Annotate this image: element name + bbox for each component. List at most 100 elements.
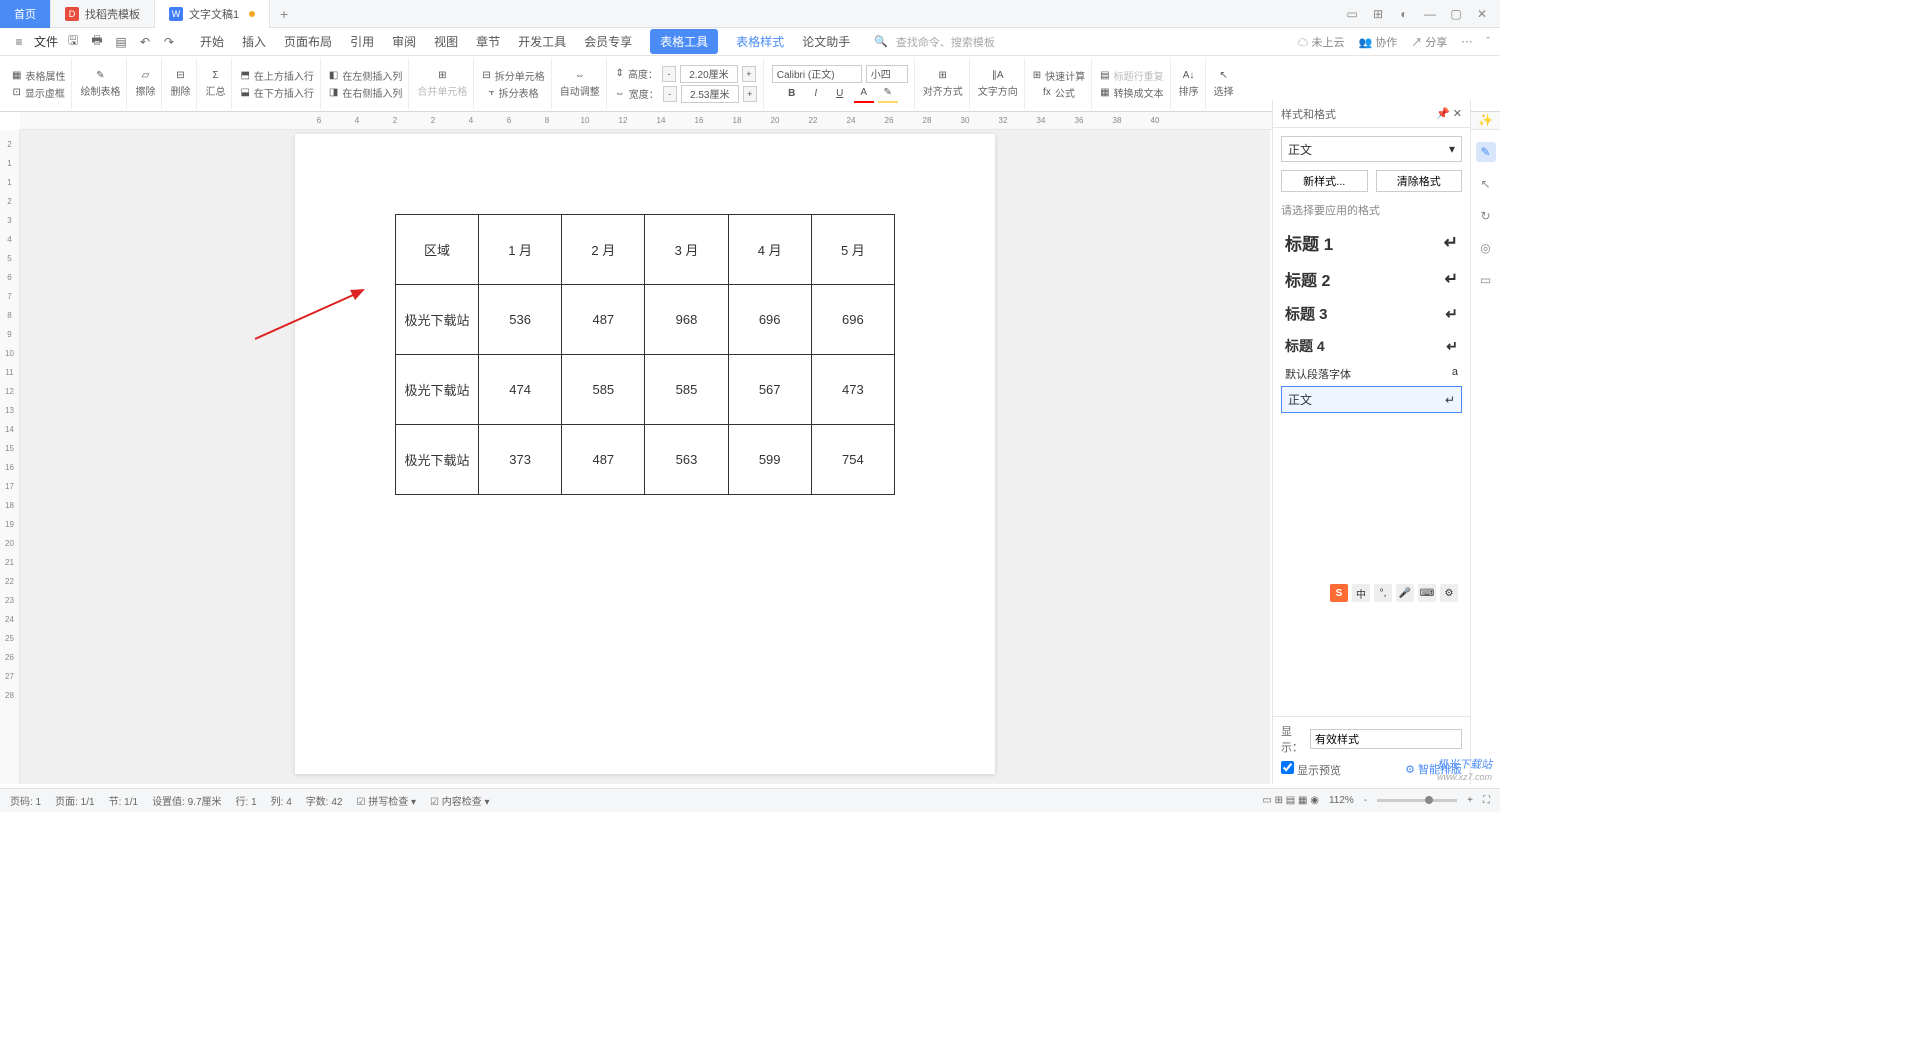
insert-right-button[interactable]: 在右侧插入列: [342, 85, 402, 100]
fullscreen-icon[interactable]: ⛶: [1483, 795, 1490, 806]
menu-tab-table-style[interactable]: 表格样式: [736, 29, 784, 54]
document-area[interactable]: 区域1 月2 月3 月4 月5 月极光下载站536487968696696极光下…: [20, 130, 1270, 784]
text-direction-button[interactable]: 文字方向: [978, 83, 1018, 98]
minimize-icon[interactable]: —: [1422, 6, 1438, 22]
sum-button[interactable]: 汇总: [205, 83, 225, 98]
status-col[interactable]: 列: 4: [271, 793, 292, 808]
refresh-icon[interactable]: ↻: [1476, 206, 1496, 226]
fast-calc-button[interactable]: 快速计算: [1045, 68, 1085, 83]
insert-above-button[interactable]: 在上方插入行: [254, 68, 314, 83]
current-style-select[interactable]: 正文▾: [1281, 136, 1462, 162]
table-cell[interactable]: 极光下载站: [396, 285, 479, 355]
ime-settings-icon[interactable]: ⚙: [1440, 584, 1458, 602]
erase-button[interactable]: 擦除: [135, 83, 155, 98]
book-icon[interactable]: ▭: [1476, 270, 1496, 290]
style-heading-2[interactable]: 标题 2↵: [1281, 261, 1462, 297]
show-dashed-button[interactable]: 显示虚框: [25, 85, 65, 100]
sort-button[interactable]: 排序: [1179, 83, 1199, 98]
menu-tab-insert[interactable]: 插入: [242, 29, 266, 54]
table-cell[interactable]: 487: [562, 285, 645, 355]
table-cell[interactable]: 487: [562, 425, 645, 495]
table-cell[interactable]: 754: [811, 425, 894, 495]
clear-format-button[interactable]: 清除格式: [1376, 170, 1463, 192]
panel-close-icon[interactable]: ✕: [1453, 108, 1462, 120]
menu-tab-member[interactable]: 会员专享: [584, 29, 632, 54]
table-header-cell[interactable]: 3 月: [645, 215, 728, 285]
maximize-icon[interactable]: ▢: [1448, 6, 1464, 22]
share-button[interactable]: ↗ 分享: [1411, 34, 1447, 50]
table-props-button[interactable]: 表格属性: [25, 68, 65, 83]
table-header-cell[interactable]: 5 月: [811, 215, 894, 285]
to-text-button[interactable]: 转换成文本: [1114, 85, 1164, 100]
tab-add-button[interactable]: +: [270, 6, 298, 22]
table-cell[interactable]: 373: [479, 425, 562, 495]
status-chars[interactable]: 字数: 42: [306, 793, 343, 808]
select-button[interactable]: 选择: [1214, 83, 1234, 98]
menu-tab-section[interactable]: 章节: [476, 29, 500, 54]
table-cell[interactable]: 696: [811, 285, 894, 355]
table-cell[interactable]: 585: [562, 355, 645, 425]
menu-tab-paper[interactable]: 论文助手: [802, 29, 850, 54]
undo-icon[interactable]: ↶: [136, 33, 154, 51]
show-select[interactable]: [1310, 729, 1462, 749]
cursor-icon[interactable]: ↖: [1476, 174, 1496, 194]
ime-lang-icon[interactable]: 中: [1352, 584, 1370, 602]
zoom-in-button[interactable]: +: [1467, 795, 1473, 806]
brush-icon[interactable]: ✎: [1476, 142, 1496, 162]
table-cell[interactable]: 536: [479, 285, 562, 355]
menu-hamburger-icon[interactable]: ≡: [10, 33, 28, 51]
insert-left-button[interactable]: 在左侧插入列: [342, 68, 402, 83]
preview-checkbox[interactable]: 显示预览: [1281, 761, 1341, 778]
height-plus-button[interactable]: +: [742, 66, 756, 82]
table-cell[interactable]: 968: [645, 285, 728, 355]
table-cell[interactable]: 极光下载站: [396, 355, 479, 425]
font-size-select[interactable]: 小四: [866, 65, 908, 83]
table-header-cell[interactable]: 4 月: [728, 215, 811, 285]
insert-below-button[interactable]: 在下方插入行: [254, 85, 314, 100]
menu-tab-ref[interactable]: 引用: [350, 29, 374, 54]
tab-home[interactable]: 首页: [0, 0, 51, 28]
style-body-selected[interactable]: 正文↵: [1281, 386, 1462, 413]
ime-punct-icon[interactable]: °,: [1374, 584, 1392, 602]
view-mode-icons[interactable]: ▭ ⊞ ▤ ▦ ◉: [1262, 795, 1319, 806]
italic-button[interactable]: I: [806, 85, 826, 103]
menu-tab-view[interactable]: 视图: [434, 29, 458, 54]
split-table-button[interactable]: 拆分表格: [499, 85, 539, 100]
status-page-no[interactable]: 页码: 1: [10, 793, 41, 808]
style-heading-4[interactable]: 标题 4↵: [1281, 330, 1462, 362]
ime-bar[interactable]: S 中 °, 🎤 ⌨ ⚙: [1330, 584, 1458, 602]
chevron-up-icon[interactable]: ˆ: [1486, 36, 1490, 48]
new-style-button[interactable]: 新样式...: [1281, 170, 1368, 192]
print-icon[interactable]: 🖶: [88, 33, 106, 51]
user-icon[interactable]: ◐: [1396, 6, 1412, 22]
status-position[interactable]: 设置值: 9.7厘米: [152, 793, 221, 808]
style-heading-3[interactable]: 标题 3↵: [1281, 297, 1462, 330]
menu-tab-review[interactable]: 审阅: [392, 29, 416, 54]
ime-keyboard-icon[interactable]: ⌨: [1418, 584, 1436, 602]
tab-document[interactable]: W 文字文稿1: [155, 0, 270, 28]
cloud-status[interactable]: ☁ 未上云: [1297, 34, 1344, 50]
width-plus-button[interactable]: +: [743, 86, 757, 102]
menu-tab-layout[interactable]: 页面布局: [284, 29, 332, 54]
table-cell[interactable]: 585: [645, 355, 728, 425]
draw-table-button[interactable]: 绘制表格: [80, 83, 120, 98]
tab-template[interactable]: D 找稻壳模板: [51, 0, 155, 28]
font-name-select[interactable]: Calibri (正文): [772, 65, 862, 83]
height-minus-button[interactable]: -: [662, 66, 676, 82]
font-color-button[interactable]: A: [854, 85, 874, 103]
menu-tab-table-tools[interactable]: 表格工具: [650, 29, 718, 54]
pin-icon[interactable]: 📌: [1436, 108, 1450, 120]
print-preview-icon[interactable]: ▤: [112, 33, 130, 51]
formula-button[interactable]: 公式: [1055, 85, 1075, 100]
table-cell[interactable]: 473: [811, 355, 894, 425]
reading-mode-icon[interactable]: ▭: [1344, 6, 1360, 22]
redo-icon[interactable]: ↷: [160, 33, 178, 51]
delete-button[interactable]: 删除: [170, 83, 190, 98]
file-menu[interactable]: 文件: [34, 33, 58, 50]
command-search[interactable]: 🔍 查找命令、搜索模板: [874, 34, 995, 50]
status-line[interactable]: 行: 1: [236, 793, 257, 808]
coop-button[interactable]: 👥 协作: [1359, 34, 1398, 50]
underline-button[interactable]: U: [830, 85, 850, 103]
table-cell[interactable]: 563: [645, 425, 728, 495]
zoom-out-button[interactable]: -: [1364, 795, 1367, 806]
